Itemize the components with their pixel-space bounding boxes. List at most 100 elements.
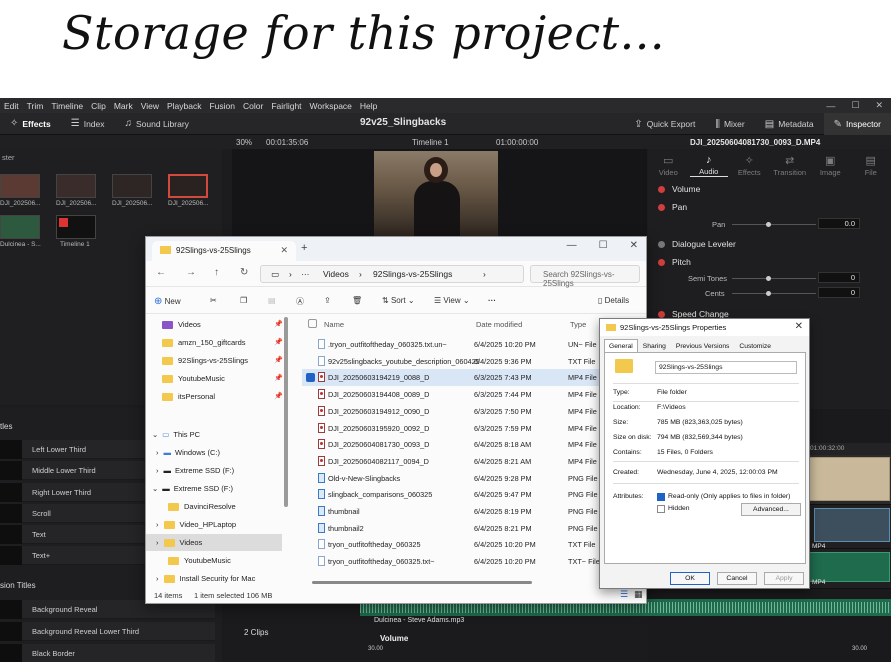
volume-section[interactable]: Volume	[648, 180, 891, 198]
close-icon[interactable]: ✕	[875, 100, 883, 111]
file-row[interactable]: thumbnail2 6/4/2025 8:21 PM PNG File	[302, 520, 642, 537]
quick-access-item[interactable]: amzn_150_giftcards	[162, 334, 246, 351]
pin-icon[interactable]: 📌	[274, 356, 283, 364]
cents-value[interactable]: 0	[818, 287, 860, 298]
semi-tones-value[interactable]: 0	[818, 272, 860, 283]
audio-clip-thumbnail[interactable]	[0, 215, 40, 239]
sort-button[interactable]: ⇅ Sort ⌄	[382, 296, 415, 305]
tab-transition[interactable]: ⇄ Transition	[771, 154, 809, 177]
pan-slider[interactable]	[732, 224, 816, 225]
tree-item-install[interactable]: › Install Security for Mac	[156, 570, 255, 587]
zoom-level[interactable]: 30%	[236, 138, 252, 147]
menu-item-clip[interactable]: Clip	[91, 101, 106, 111]
tab-video[interactable]: ▭ Video	[649, 154, 687, 177]
file-row[interactable]: Old-v-New-Slingbacks 6/4/2025 9:28 PM PNG …	[302, 470, 642, 487]
search-input[interactable]: Search 92Slings-vs-25Slings	[530, 265, 640, 288]
clip-thumbnail[interactable]	[112, 174, 152, 198]
chevron-right-icon[interactable]: ›	[156, 538, 159, 547]
cents-knob[interactable]	[766, 291, 771, 296]
breadcrumb-folder[interactable]: 92Slings-vs-25Slings	[373, 269, 452, 279]
more-path-icon[interactable]: ···	[301, 269, 310, 279]
share-icon[interactable]: ⇪	[324, 296, 331, 305]
pitch-section[interactable]: Pitch	[648, 253, 891, 271]
chevron-right-icon[interactable]: ›	[156, 448, 159, 457]
tiles-view-icon[interactable]: ▦	[634, 589, 643, 600]
tab-general[interactable]: General	[604, 339, 638, 352]
file-row[interactable]: DJI_20250603194408_0089_D 6/3/2025 7:44 P…	[302, 386, 642, 403]
menu-item-playback[interactable]: Playback	[167, 101, 202, 111]
advanced-button[interactable]: Advanced...	[741, 503, 801, 516]
rename-icon[interactable]: Ⓐ	[296, 296, 304, 307]
breadcrumb-videos[interactable]: Videos	[323, 269, 349, 279]
copy-icon[interactable]: ❐	[240, 296, 247, 305]
clip-thumbnail-selected[interactable]	[168, 174, 208, 198]
file-row[interactable]: DJI_20250604081730_0093_D 6/4/2025 8:18 A…	[302, 436, 642, 453]
enable-dot[interactable]	[658, 310, 665, 318]
new-tab-icon[interactable]: +	[301, 242, 307, 254]
file-row[interactable]: DJI_20250603194219_0088_D 6/3/2025 7:43 P…	[302, 369, 642, 387]
enable-dot[interactable]	[658, 258, 665, 266]
timeline-selector[interactable]: Timeline 1	[412, 138, 449, 147]
tree-item-windows[interactable]: › ▬ Windows (C:)	[156, 444, 220, 461]
horizontal-scrollbar[interactable]	[312, 581, 532, 584]
chevron-right-icon[interactable]: ›	[156, 520, 159, 529]
menu-item-view[interactable]: View	[141, 101, 159, 111]
column-name[interactable]: Name	[324, 320, 344, 329]
file-row[interactable]: DJI_20250603194912_0090_D 6/3/2025 7:50 P…	[302, 403, 642, 420]
nav-scrollbar[interactable]	[284, 317, 288, 507]
pin-icon[interactable]: 📌	[274, 338, 283, 346]
quick-access-item[interactable]: YoutubeMusic	[162, 370, 225, 387]
pan-section[interactable]: Pan	[648, 198, 891, 216]
menu-item-help[interactable]: Help	[360, 101, 377, 111]
semi-tones-slider[interactable]	[732, 278, 816, 279]
ok-button[interactable]: OK	[670, 572, 710, 585]
chevron-down-icon[interactable]: ⌄	[152, 430, 158, 439]
pan-slider-knob[interactable]	[766, 222, 771, 227]
new-button[interactable]: ⊕ New	[154, 296, 181, 307]
clip-thumbnail[interactable]	[56, 174, 96, 198]
inspector-button[interactable]: ✎ Inspector	[823, 113, 891, 135]
delete-icon[interactable]: 🗑	[352, 296, 362, 305]
file-row[interactable]: .tryon_outfitoftheday_060325.txt.un~ 6/4/…	[302, 336, 642, 353]
row-checkbox[interactable]	[306, 373, 315, 383]
tree-item-extreme-ssd[interactable]: › ▬ Extreme SSD (F:)	[156, 462, 234, 479]
paste-icon[interactable]: ▤	[268, 296, 276, 305]
close-icon[interactable]: ✕	[630, 240, 638, 251]
menu-item-timeline[interactable]: Timeline	[51, 101, 83, 111]
file-row[interactable]: tryon_outfitoftheday_060325.txt~ 6/4/2025…	[302, 553, 642, 570]
view-button[interactable]: ☰ View ⌄	[434, 296, 470, 305]
enable-dot[interactable]	[658, 240, 665, 248]
file-row[interactable]: DJI_20250603195920_0092_D 6/3/2025 7:59 P…	[302, 420, 642, 437]
pin-icon[interactable]: 📌	[274, 320, 283, 328]
folder-name-field[interactable]: 92Slings-vs-25Slings	[655, 361, 797, 374]
menu-item-mark[interactable]: Mark	[114, 101, 133, 111]
pin-icon[interactable]: 📌	[274, 392, 283, 400]
file-row[interactable]: 92v25slingbacks_youtube_description_0604…	[302, 353, 642, 370]
file-row[interactable]: thumbnail 6/4/2025 8:19 PM PNG File	[302, 503, 642, 520]
forward-icon[interactable]: →	[186, 267, 196, 278]
sound-library-button[interactable]: ♫ Sound Library	[115, 118, 199, 129]
quick-access-item[interactable]: itsPersonal	[162, 388, 215, 405]
menu-item-trim[interactable]: Trim	[27, 101, 44, 111]
tab-file[interactable]: ▤ File	[852, 154, 890, 177]
tab-effects[interactable]: ✧ Effects	[730, 154, 768, 177]
quick-export-button[interactable]: ⇪ Quick Export	[624, 119, 705, 130]
menu-item-workspace[interactable]: Workspace	[310, 101, 352, 111]
apply-button[interactable]: Apply	[764, 572, 804, 585]
effects-button[interactable]: ✧ Effects	[0, 118, 61, 129]
pan-value[interactable]: 0.0	[818, 218, 860, 229]
fusion-title-item[interactable]: Black Border	[0, 644, 215, 662]
back-icon[interactable]: ←	[156, 267, 166, 278]
cancel-button[interactable]: Cancel	[717, 572, 757, 585]
audio-clip[interactable]	[798, 552, 890, 582]
chevron-right-icon[interactable]: ›	[156, 574, 159, 583]
tab-customize[interactable]: Customize	[734, 339, 776, 352]
menu-item-fairlight[interactable]: Fairlight	[271, 101, 301, 111]
details-view-icon[interactable]: ☰	[620, 589, 628, 600]
metadata-button[interactable]: ▤ Metadata	[755, 119, 824, 130]
tab-image[interactable]: ▣ Image	[811, 154, 849, 177]
details-button[interactable]: ▯ Details	[598, 296, 629, 305]
mixer-button[interactable]: ⫼ Mixer	[705, 119, 754, 130]
readonly-checkbox[interactable]	[657, 493, 665, 501]
minimize-icon[interactable]: —	[826, 101, 835, 111]
